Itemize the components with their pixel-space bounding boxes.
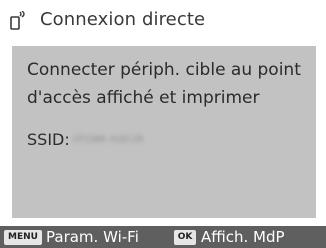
info-panel: Connecter périph. cible au point d'accès… xyxy=(12,46,316,218)
title-bar: Connexion directe xyxy=(0,0,326,40)
menu-key-icon: MENU xyxy=(4,230,42,245)
button-hint-bar: MENU Param. Wi-Fi OK Affich. MdP xyxy=(0,226,326,248)
ssid-row: SSID: CP1300-A1EC20 xyxy=(27,128,143,152)
instruction-text: Connecter périph. cible au point d'accès… xyxy=(27,60,301,108)
direct-connection-screen: Connexion directe Connecter périph. cibl… xyxy=(0,0,326,248)
ssid-value: CP1300-A1EC20 xyxy=(72,135,144,145)
wifi-settings-hint[interactable]: Param. Wi-Fi xyxy=(46,227,139,247)
ok-key-icon: OK xyxy=(174,230,196,245)
ssid-label: SSID: xyxy=(27,130,70,149)
page-title: Connexion directe xyxy=(40,9,206,30)
wireless-print-icon xyxy=(10,10,26,31)
show-password-hint[interactable]: Affich. MdP xyxy=(201,227,285,247)
